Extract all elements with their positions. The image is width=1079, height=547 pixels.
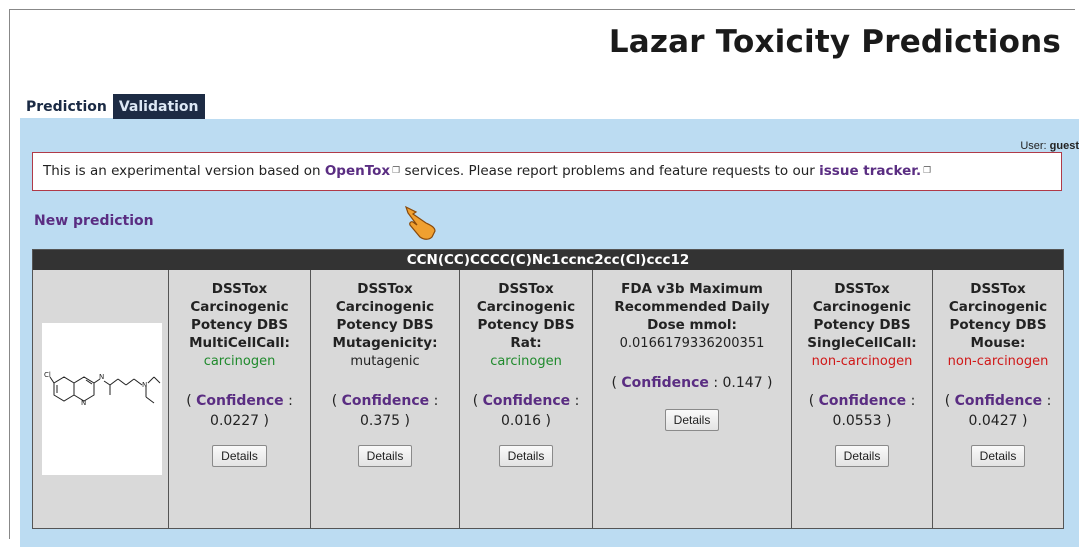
external-link-icon: ❐ [923,166,932,176]
confidence-line: ( Confidence :0.0553 ) [808,393,916,429]
prediction-cell: DSSTox Carcinogenic Potency DBS Rat: car… [460,270,593,528]
prediction-results-table: CCN(CC)CCCC(C)Nc1ccnc2cc(Cl)ccc12 Cl N N… [32,249,1064,529]
prediction-cell: DSSTox Carcinogenic Potency DBS Mutageni… [311,270,460,528]
main-panel: User: guest This is an experimental vers… [20,119,1079,547]
new-prediction-link[interactable]: New prediction [34,213,154,229]
tab-bar: Prediction Validation [20,94,205,120]
prediction-columns: Cl N N N DSSTox Carcinogenic Potency DBS… [33,270,1063,528]
prediction-value: 0.0166179336200351 [619,336,765,351]
notice-banner: This is an experimental version based on… [32,152,1062,191]
prediction-value: non-carcinogen [947,354,1049,369]
endpoint-name: DSSTox Carcinogenic Potency DBS Mutageni… [332,281,438,351]
hand-pointer-icon [404,205,436,240]
confidence-value: 0.0553 [832,413,882,429]
compound-smiles-header: CCN(CC)CCCC(C)Nc1ccnc2cc(Cl)ccc12 [33,250,1063,270]
external-link-icon: ❐ [392,166,401,176]
tab-validation[interactable]: Validation [112,94,205,120]
details-button[interactable]: Details [970,445,1026,467]
details-button[interactable]: Details [664,409,720,431]
confidence-line: ( Confidence : 0.147 ) [611,375,773,391]
prediction-cell: DSSTox Carcinogenic Potency DBS Mouse: n… [933,270,1063,528]
confidence-line: ( Confidence :0.0227 ) [186,393,293,429]
endpoint-name: DSSTox Carcinogenic Potency DBS MultiCel… [189,281,290,351]
confidence-label: Confidence [341,393,430,409]
prediction-value: non-carcinogen [811,354,913,369]
confidence-line: ( Confidence :0.0427 ) [944,393,1052,429]
confidence-value: 0.0227 [210,413,260,429]
confidence-label: Confidence [954,393,1043,409]
atom-label-n-tertiary: N [142,381,147,389]
tab-prediction[interactable]: Prediction [20,94,113,120]
endpoint-name: FDA v3b Maximum Recommended Daily Dose m… [614,281,770,333]
prediction-cell: DSSTox Carcinogenic Potency DBS MultiCel… [169,270,311,528]
user-label: User: [1020,140,1047,152]
structure-cell: Cl N N N [33,270,169,528]
confidence-value: 0.147 [722,375,763,391]
details-button[interactable]: Details [834,445,890,467]
endpoint-name: DSSTox Carcinogenic Potency DBS Rat: [476,281,576,351]
confidence-line: ( Confidence :0.375 ) [331,393,439,429]
confidence-value: 0.375 [359,413,401,429]
molecule-structure-image: Cl N N N [42,323,162,475]
prediction-value: carcinogen [203,354,276,369]
issue-tracker-link[interactable]: issue tracker. [819,163,921,179]
details-button[interactable]: Details [212,445,267,467]
confidence-line: ( Confidence :0.016 ) [472,393,580,429]
app-frame: Lazar Toxicity Predictions Prediction Va… [9,9,1079,547]
details-button[interactable]: Details [498,445,554,467]
notice-text-middle: services. Please report problems and fea… [400,163,820,179]
prediction-cell: DSSTox Carcinogenic Potency DBS SingleCe… [792,270,933,528]
user-info: User: guest [1020,140,1079,152]
details-button[interactable]: Details [357,445,413,467]
prediction-cell: FDA v3b Maximum Recommended Daily Dose m… [593,270,792,528]
confidence-value: 0.0427 [968,413,1018,429]
endpoint-name: DSSTox Carcinogenic Potency DBS Mouse: [948,281,1048,351]
opentox-link[interactable]: OpenTox [325,163,390,179]
prediction-value: carcinogen [490,354,562,369]
endpoint-name: DSSTox Carcinogenic Potency DBS SingleCe… [807,281,917,351]
app-title: Lazar Toxicity Predictions [608,24,1061,60]
user-name: guest [1049,140,1079,152]
confidence-label: Confidence [482,393,571,409]
prediction-value: mutagenic [350,354,420,369]
atom-label-cl: Cl [44,371,51,379]
confidence-label: Confidence [196,393,284,409]
confidence-label: Confidence [621,375,709,391]
confidence-label: Confidence [818,393,907,409]
atom-label-n-amine: N [99,373,104,381]
confidence-value: 0.016 [500,413,542,429]
atom-label-n-ring: N [81,399,86,407]
notice-text-before: This is an experimental version based on [43,163,325,179]
